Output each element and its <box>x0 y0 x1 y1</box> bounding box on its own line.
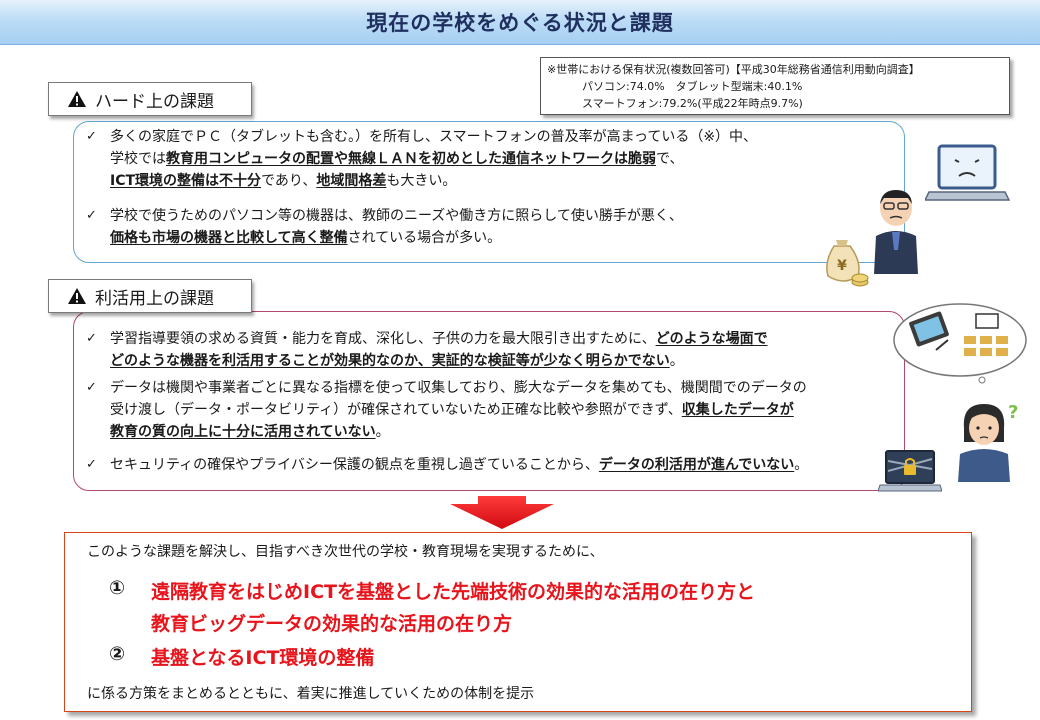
use-issue-1-text: 。 <box>669 353 684 369</box>
hard-issue-2-text: されている場合が多い。 <box>347 230 502 246</box>
svg-text:?: ? <box>1008 402 1018 423</box>
hard-section-heading: ハード上の課題 <box>95 91 214 112</box>
source-note-line1: ※世帯における保有状況(複数回答可)【平成30年総務省通信利用動向調査】 <box>547 63 920 76</box>
use-section-heading: 利活用上の課題 <box>95 288 214 309</box>
thought-bubble-icon <box>893 303 1027 384</box>
worried-person-icon <box>874 190 918 274</box>
hard-issue-1-line1: 多くの家庭でＰＣ（タブレットも含む。）を所有し、スマートフォンの普及率が高まって… <box>110 129 758 145</box>
use-issue-1-text: 学習指導要領の求める資質・能力を育成、深化し、子供の力を最大限引き出すために、 <box>110 331 656 347</box>
conclusion-intro: このような課題を解決し、目指すべき次世代の学校・教育現場を実現するために、 <box>87 544 604 560</box>
hard-issue-1-emphasis: 教育用コンピュータの配置や無線ＬＡＮを初めとした通信ネットワークは脆弱 <box>166 151 656 167</box>
use-issue-2-line1: データは機関や事業者ごとに異なる指標を使って収集しており、膨大なデータを集めても… <box>110 380 807 396</box>
source-note: ※世帯における保有状況(複数回答可)【平成30年総務省通信利用動向調査】 パソコ… <box>540 57 1010 115</box>
hard-issue-1-text: も大きい。 <box>386 173 457 189</box>
warning-icon <box>68 91 86 107</box>
use-issues-box: ✓ 学習指導要領の求める資質・能力を育成、深化し、子供の力を最大限引き出すために… <box>73 311 905 491</box>
source-note-line3: スマートフォン:79.2%(平成22年時点9.7%) <box>582 97 803 110</box>
money-bag-icon: ¥ <box>826 240 869 287</box>
hard-section-tab: ハード上の課題 <box>48 82 252 116</box>
use-issue-1-emphasis: どのような機器を利活用することが効果的なのか、実証的な検証等が少なく明らかでない <box>110 353 670 369</box>
use-issue-3-text: 。 <box>794 457 809 473</box>
use-issue-2: ✓ データは機関や事業者ごとに異なる指標を使って収集しており、膨大なデータを集め… <box>86 377 894 443</box>
conclusion-outro: に係る方策をまとめるとともに、着実に推進していくための体制を提示 <box>87 686 535 702</box>
hard-issue-2-line1: 学校で使うためのパソコン等の機器は、教師のニーズや働き方に照らして使い勝手が悪く… <box>110 208 683 224</box>
point-2-text: 基盤となるICT環境の整備 <box>151 647 375 669</box>
hard-issue-1-emphasis: ICT環境の整備は不十分 <box>110 173 262 189</box>
title-banner: 現在の学校をめぐる状況と課題 <box>0 0 1040 45</box>
hard-issue-2-emphasis: 価格も市場の機器と比較して高く整備 <box>110 230 348 246</box>
point-1-line1: 遠隔教育をはじめICTを基盤とした先端技術の効果的な活用の在り方と <box>151 581 755 603</box>
use-issue-3-emphasis: データの利活用が進んでいない <box>598 457 795 473</box>
laptop-icon <box>925 144 1010 201</box>
use-issue-3: ✓ セキュリティの確保やプライバシー保護の観点を重視し過ぎていることから、データ… <box>86 454 894 476</box>
point-1-line2: 教育ビッグデータの効果的な活用の在り方 <box>151 613 513 635</box>
hard-issue-1-text: で、 <box>656 151 684 167</box>
point-2-number: ② <box>109 643 126 665</box>
use-section-tab: 利活用上の課題 <box>48 279 252 313</box>
warning-icon <box>68 288 86 304</box>
hard-issue-1-text: であり、 <box>261 173 317 189</box>
checkmark-icon: ✓ <box>86 457 97 472</box>
down-arrow-icon <box>450 496 554 529</box>
use-issue-2-emphasis: 教育の質の向上に十分に活用されていない <box>110 424 376 440</box>
checkmark-icon: ✓ <box>86 331 97 346</box>
hard-issue-1-text: 学校では <box>110 151 166 167</box>
lock-icon <box>878 450 942 492</box>
hard-issue-1-emphasis: 地域間格差 <box>316 173 387 189</box>
checkmark-icon: ✓ <box>86 208 97 223</box>
conclusion-box: このような課題を解決し、目指すべき次世代の学校・教育現場を実現するために、 ① … <box>64 532 972 712</box>
page-title: 現在の学校をめぐる状況と課題 <box>366 11 674 35</box>
use-issue-3-text: セキュリティの確保やプライバシー保護の観点を重視し過ぎていることから、 <box>110 457 599 473</box>
confused-person-icon: ? <box>958 402 1018 482</box>
point-1-number: ① <box>109 577 126 599</box>
hard-issues-box: ✓ 多くの家庭でＰＣ（タブレットも含む。）を所有し、スマートフォンの普及率が高ま… <box>73 121 905 263</box>
checkmark-icon: ✓ <box>86 129 97 144</box>
hard-issue-2: ✓ 学校で使うためのパソコン等の機器は、教師のニーズや働き方に照らして使い勝手が… <box>86 205 894 249</box>
use-issue-2-text: 受け渡し（データ・ポータビリティ）が確保されていないため正確な比較や参照ができず… <box>110 402 682 418</box>
svg-text:¥: ¥ <box>837 258 847 274</box>
hard-issue-1: ✓ 多くの家庭でＰＣ（タブレットも含む。）を所有し、スマートフォンの普及率が高ま… <box>86 126 894 192</box>
use-issue-1-emphasis: どのような場面で <box>655 331 768 347</box>
use-issue-2-text: 。 <box>375 424 390 440</box>
use-issue-2-emphasis: 収集したデータが <box>681 402 794 418</box>
source-note-line2: パソコン:74.0% タブレット型端末:40.1% <box>582 80 803 93</box>
use-issue-1: ✓ 学習指導要領の求める資質・能力を育成、深化し、子供の力を最大限引き出すために… <box>86 328 894 372</box>
checkmark-icon: ✓ <box>86 380 97 395</box>
